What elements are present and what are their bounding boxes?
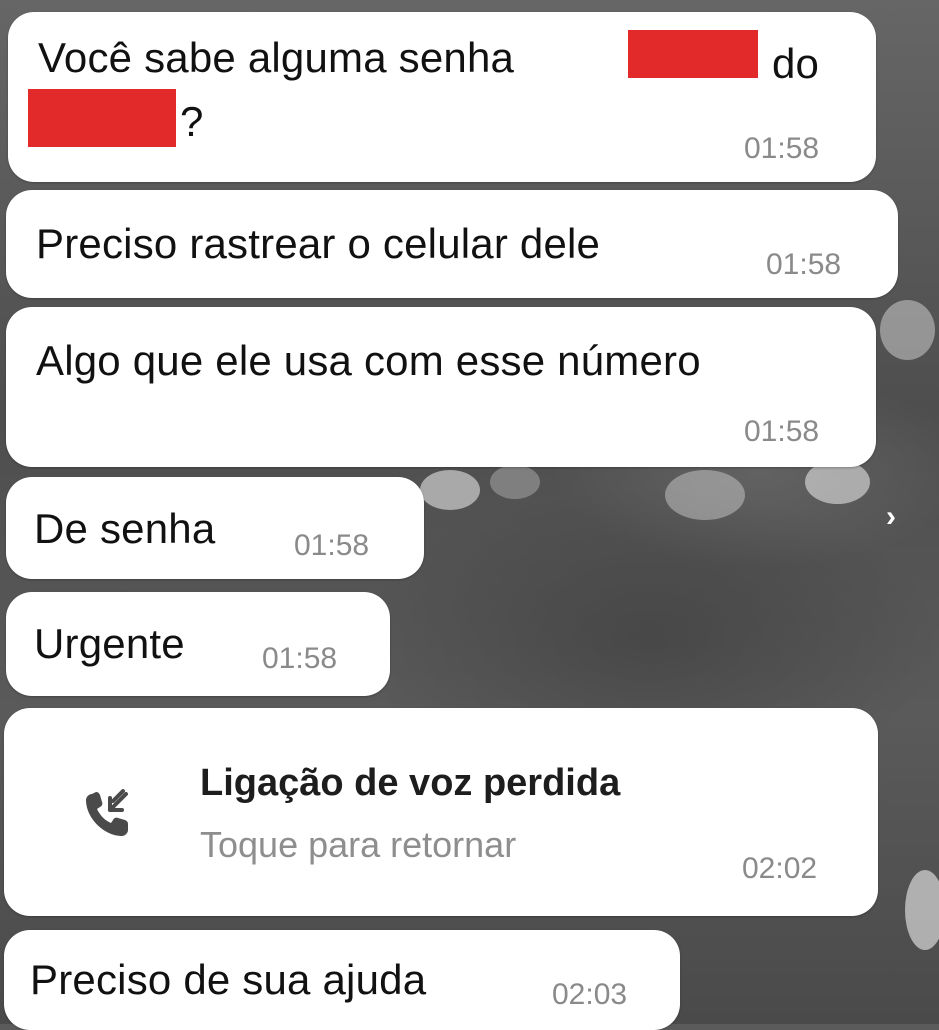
message-text: ? [180, 98, 204, 145]
wallpaper-sheep [905, 870, 939, 950]
wallpaper-sheep [490, 465, 540, 499]
message-text: Urgente [34, 620, 185, 667]
next-chevron-icon[interactable]: › [886, 500, 896, 534]
message-bubble[interactable]: De senha 01:58 [6, 477, 424, 579]
missed-call-icon [80, 786, 136, 847]
message-timestamp: 01:58 [262, 642, 338, 675]
missed-call-bubble[interactable]: Ligação de voz perdida Toque para retorn… [4, 708, 878, 916]
wallpaper-sheep [880, 300, 935, 360]
message-text: do [772, 40, 820, 87]
wallpaper-sheep [665, 470, 745, 520]
message-timestamp: 01:58 [744, 415, 820, 448]
message-bubble[interactable]: Algo que ele usa com esse número 01:58 [6, 307, 876, 467]
message-text: Você sabe alguma senha [38, 34, 515, 81]
message-timestamp: 02:02 [742, 852, 818, 885]
message-bubble[interactable]: Você sabe alguma senha do ? 01:58 [8, 12, 876, 182]
message-bubble[interactable]: Preciso de sua ajuda 02:03 [4, 930, 680, 1030]
message-timestamp: 01:58 [294, 529, 370, 562]
missed-call-subtitle[interactable]: Toque para retornar [200, 824, 516, 866]
message-timestamp: 01:58 [766, 248, 842, 281]
message-timestamp: 01:58 [744, 132, 820, 165]
message-bubble[interactable]: Preciso rastrear o celular dele 01:58 [6, 190, 898, 298]
message-text: Preciso de sua ajuda [30, 956, 427, 1003]
message-text: Algo que ele usa com esse número [36, 337, 701, 384]
redaction-block [628, 30, 758, 78]
redaction-block [28, 89, 176, 147]
wallpaper-sheep [420, 470, 480, 510]
message-text: Preciso rastrear o celular dele [36, 220, 601, 267]
message-bubble[interactable]: Urgente 01:58 [6, 592, 390, 696]
missed-call-title: Ligação de voz perdida [200, 762, 621, 804]
message-text: De senha [34, 505, 216, 552]
message-timestamp: 02:03 [552, 978, 628, 1011]
